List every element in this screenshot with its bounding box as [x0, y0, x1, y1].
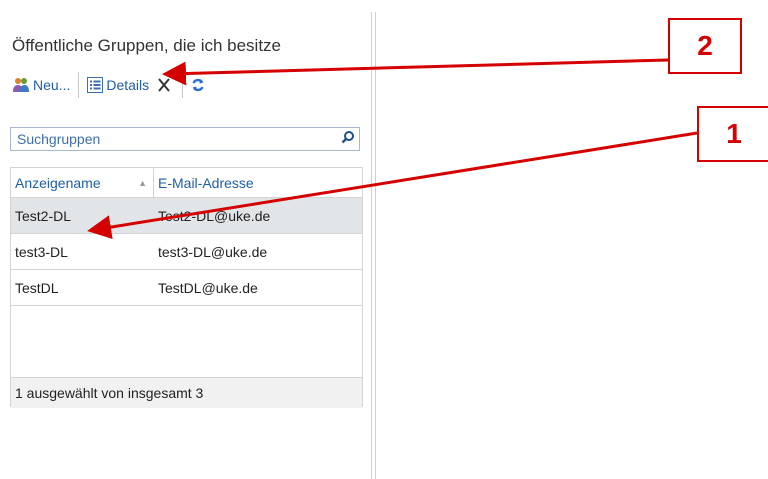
pane-divider: [375, 12, 376, 479]
groups-table: Anzeigename ▲ E-Mail-Adresse Test2-DL Te…: [10, 167, 363, 408]
table-row[interactable]: Test2-DL Test2-DL@uke.de: [11, 198, 362, 234]
search-icon[interactable]: [341, 130, 355, 149]
cell-email: Test2-DL@uke.de: [158, 207, 271, 224]
table-row[interactable]: test3-DL test3-DL@uke.de: [11, 234, 362, 270]
column-header-email[interactable]: E-Mail-Adresse: [154, 168, 362, 197]
cell-email: TestDL@uke.de: [158, 279, 258, 296]
callout-label-2: 2: [668, 18, 742, 74]
delete-button[interactable]: [153, 71, 178, 99]
toolbar-separator: [182, 72, 184, 98]
table-header: Anzeigename ▲ E-Mail-Adresse: [11, 167, 362, 198]
cell-display-name: TestDL: [15, 279, 59, 296]
panel-title: Öffentliche Gruppen, die ich besitze: [12, 36, 282, 55]
column-header-label: Anzeigename: [15, 174, 101, 191]
table-row[interactable]: TestDL TestDL@uke.de: [11, 270, 362, 306]
toolbar-separator: [78, 72, 80, 98]
selection-status: 1 ausgewählt von insgesamt 3: [11, 377, 362, 408]
column-header-display-name[interactable]: Anzeigename ▲: [11, 168, 154, 197]
cell-email: test3-DL@uke.de: [158, 243, 268, 260]
new-button[interactable]: Neu...: [8, 71, 74, 99]
search-box: [10, 127, 360, 151]
details-button-label: Details: [106, 77, 150, 93]
refresh-button[interactable]: [187, 71, 212, 99]
close-icon: [157, 77, 171, 93]
cell-display-name: Test2-DL: [15, 207, 72, 224]
group-icon: [12, 77, 30, 93]
pane-divider[interactable]: [371, 12, 372, 479]
details-list-icon: [87, 77, 104, 93]
sort-ascending-icon: ▲: [138, 177, 147, 188]
cell-display-name: test3-DL: [15, 243, 68, 260]
details-button[interactable]: Details: [83, 71, 153, 99]
refresh-icon: [191, 77, 205, 93]
callout-label-1: 1: [697, 106, 768, 162]
new-button-label: Neu...: [33, 77, 71, 93]
column-header-label: E-Mail-Adresse: [158, 174, 254, 191]
toolbar: Neu... Details: [8, 68, 228, 102]
groups-panel: Öffentliche Gruppen, die ich besitze Neu…: [8, 28, 363, 479]
search-input[interactable]: [17, 131, 317, 147]
